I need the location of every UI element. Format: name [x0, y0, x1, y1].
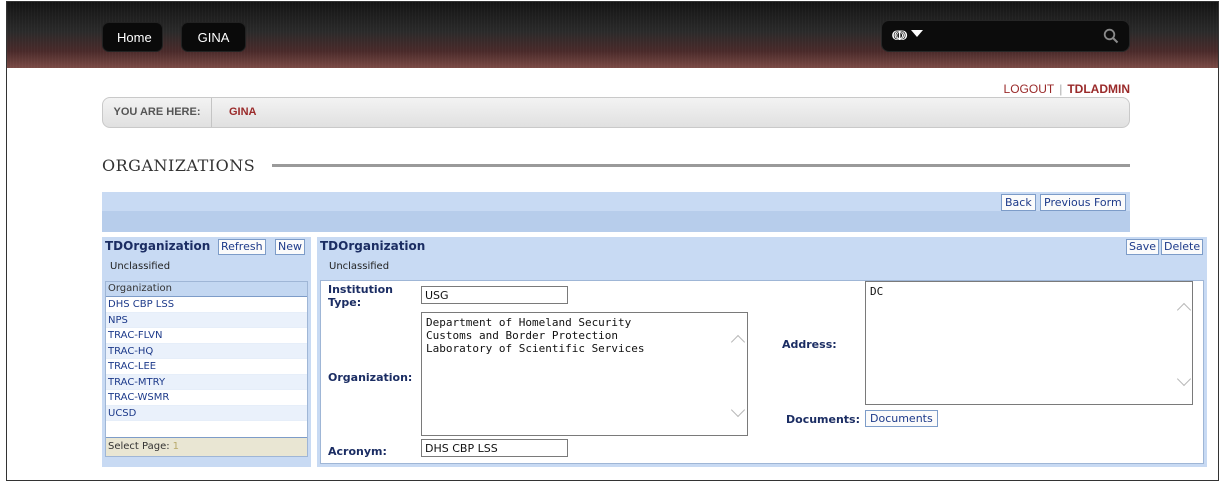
table-row[interactable]: TRAC-WSMR	[106, 390, 307, 406]
nav-home-button[interactable]: Home	[102, 22, 163, 52]
breadcrumb: YOU ARE HERE: GINA	[102, 97, 1130, 128]
logout-link[interactable]: LOGOUT	[1004, 82, 1055, 96]
table-row[interactable]: NPS	[106, 312, 307, 328]
select-page-label: Select Page:	[108, 441, 170, 452]
new-button[interactable]: New	[275, 239, 305, 255]
previous-form-button[interactable]: Previous Form	[1040, 194, 1126, 211]
chevron-down-icon[interactable]	[911, 30, 923, 37]
username-link[interactable]: TDLADMIN	[1067, 82, 1130, 96]
acronym-label: Acronym:	[328, 445, 387, 458]
table-row[interactable]: TRAC-MTRY	[106, 374, 307, 390]
institution-type-field[interactable]	[421, 286, 568, 304]
table-row[interactable]: DHS CBP LSS	[106, 297, 307, 313]
search-input[interactable]	[930, 25, 1090, 47]
form-panel-title: TDOrganization	[320, 239, 426, 253]
table-row[interactable]: TRAC-HQ	[106, 343, 307, 359]
back-button[interactable]: Back	[1001, 194, 1036, 211]
address-label: Address:	[782, 338, 837, 351]
list-classification: Unclassified	[110, 261, 171, 272]
form-body: Institution Type: Organization: Departme…	[320, 280, 1204, 464]
acronym-field[interactable]	[421, 439, 568, 457]
session-links: LOGOUT | TDLADMIN	[1004, 82, 1130, 96]
documents-label: Documents:	[786, 413, 860, 426]
breadcrumb-item-gina[interactable]: GINA	[229, 98, 257, 127]
column-header-organization[interactable]: Organization	[106, 282, 307, 297]
delete-button[interactable]: Delete	[1161, 239, 1204, 255]
page-number-link[interactable]: 1	[173, 441, 179, 452]
app-frame: Home GINA ↈ LOGOUT | TDLADMIN YOU ARE HERE…	[6, 1, 1219, 481]
table-row[interactable]: UCSD	[106, 405, 307, 421]
list-panel-title: TDOrganization	[105, 239, 211, 253]
nav-gina-button[interactable]: GINA	[181, 22, 246, 52]
table-row[interactable]: TRAC-LEE	[106, 359, 307, 375]
top-nav-bar: Home GINA ↈ	[7, 2, 1218, 68]
organization-label: Organization:	[328, 371, 413, 384]
title-divider	[272, 164, 1130, 167]
form-classification: Unclassified	[329, 261, 390, 272]
organization-table: Organization DHS CBP LSS NPS TRAC-FLVN T…	[105, 281, 308, 457]
page-title: ORGANIZATIONS	[102, 156, 256, 175]
translate-icon[interactable]: ↈ	[892, 27, 907, 45]
organization-field[interactable]: Department of Homeland Security Customs …	[421, 312, 748, 436]
search-icon[interactable]	[1103, 28, 1119, 44]
organization-list-panel: TDOrganization Refresh New Unclassified …	[102, 237, 311, 467]
organization-form-panel: TDOrganization Save Delete Unclassified …	[317, 237, 1207, 467]
search-box: ↈ	[881, 20, 1130, 52]
refresh-button[interactable]: Refresh	[218, 239, 266, 255]
institution-type-label: Institution Type:	[328, 283, 394, 309]
breadcrumb-label: YOU ARE HERE:	[103, 98, 212, 127]
pagination: Select Page: 1	[106, 437, 307, 456]
documents-button[interactable]: Documents	[865, 410, 938, 427]
table-row[interactable]: TRAC-FLVN	[106, 328, 307, 344]
session-separator: |	[1059, 82, 1063, 96]
address-field[interactable]: DC	[865, 281, 1193, 405]
save-button[interactable]: Save	[1126, 239, 1160, 255]
form-toolbar: Back Previous Form	[102, 192, 1130, 232]
